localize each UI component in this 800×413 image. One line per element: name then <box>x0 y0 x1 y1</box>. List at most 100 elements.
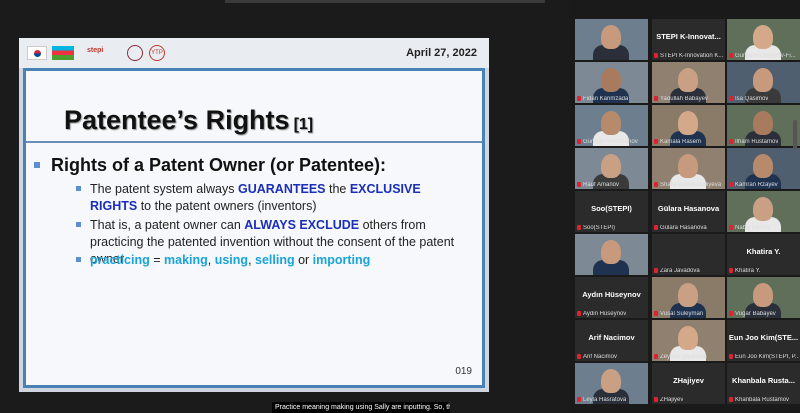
mic-muted-icon <box>729 397 733 402</box>
participant-tile[interactable]: ZHajiyev ZHajiyev <box>652 363 725 404</box>
participant-tile[interactable]: Nabiy Pasha <box>727 191 800 232</box>
highlight-making: making <box>164 253 208 267</box>
mic-muted-icon <box>577 311 581 316</box>
main-bullet: Rights of a Patent Owner (or Patentee): <box>33 155 387 175</box>
participant-tile[interactable]: Gunduz Ramazanov <box>575 105 648 146</box>
share-top-bar[interactable] <box>225 0 545 3</box>
participant-face <box>601 154 621 178</box>
zoom-meeting-window: { "slide": { "date": "April 27, 2022", "… <box>0 0 800 413</box>
sub-bullet-text: = <box>149 253 164 267</box>
participant-name-label: Zara Javadova <box>654 268 700 274</box>
participant-face <box>678 326 698 350</box>
participant-face <box>753 68 773 92</box>
participant-tile[interactable]: Aydın Hüseynov Aydin Hüseynov <box>575 277 648 318</box>
shared-screen-area: stepi YTP April 27, 2022 Patentee’s Righ… <box>0 0 570 413</box>
participant-tile[interactable]: Gunjamin Seyidov-Fi... <box>727 19 800 60</box>
sub-bullet-text: , <box>207 253 215 267</box>
participant-tile[interactable]: Vusal Suleyman <box>652 277 725 318</box>
participant-name-label: Gunduz Ramazanov <box>577 139 638 145</box>
participant-tile[interactable]: Soo(STEPI) Soo(STEPI) <box>575 191 648 232</box>
participant-name-label: STEPI K-Innovation K... <box>654 53 723 59</box>
mic-muted-icon <box>654 96 658 101</box>
participant-tile[interactable]: Fidan Karimzada <box>575 62 648 103</box>
participant-display-name: ZHajiyev <box>673 376 704 385</box>
participant-name-label: Khatira Y. <box>729 268 760 274</box>
participant-tile[interactable]: Kamala Rasem <box>652 105 725 146</box>
participant-display-name: STEPI K-Innovat... <box>656 32 721 41</box>
mic-muted-icon <box>577 182 581 187</box>
participant-face <box>678 283 698 307</box>
participant-tile[interactable]: Zeyneb Qiyasova <box>652 320 725 361</box>
participant-display-name: Gülara Hasanova <box>657 204 720 213</box>
korea-flag-icon <box>27 46 47 60</box>
participant-name-label: Vugar Babayev <box>729 311 776 317</box>
participant-tile[interactable]: Khatira Y. Khatira Y. <box>727 234 800 275</box>
participant-face <box>601 111 621 135</box>
mic-muted-icon <box>654 139 658 144</box>
highlight-importing: importing <box>312 253 371 267</box>
participant-display-name: Arif Nacimov <box>588 333 635 342</box>
participant-tile[interactable]: Isa Qasimov <box>727 62 800 103</box>
sub-bullet-text: or <box>294 253 313 267</box>
participant-tile[interactable]: Zara Javadova <box>652 234 725 275</box>
mic-muted-icon <box>654 397 658 402</box>
participant-tile[interactable] <box>575 19 648 60</box>
slide-header: stepi YTP April 27, 2022 <box>19 38 489 68</box>
participant-name-label: Yadullah Babayev <box>654 96 708 102</box>
mic-muted-icon <box>729 354 733 359</box>
university-seal-icon <box>127 45 143 61</box>
participant-tile[interactable]: Khanbala Rusta... Khanbala Rustamov <box>727 363 800 404</box>
participant-face <box>753 283 773 307</box>
sub-bullet-text: , <box>248 253 256 267</box>
participant-tile[interactable]: STEPI K-Innovat... STEPI K-Innovation K..… <box>652 19 725 60</box>
participant-tile[interactable]: Eun Joo Kim(STE... Eun Joo Kim(STEPI, P..… <box>727 320 800 361</box>
participant-name-label: Arif Nacimov <box>577 354 617 360</box>
participant-name-label: Kamran Rzayev <box>729 182 778 188</box>
participant-face <box>678 154 698 178</box>
mic-muted-icon <box>729 139 733 144</box>
participant-display-name: Khatira Y. <box>746 247 781 256</box>
participant-name-label: Rauf Amanov <box>577 182 619 188</box>
participant-name-label: Leyla Hasratova <box>577 397 626 403</box>
participant-name-label: Vusal Suleyman <box>654 311 703 317</box>
mic-muted-icon <box>654 182 658 187</box>
sub-bullet-guarantees: The patent system always GUARANTEES the … <box>76 181 470 215</box>
highlight-practicing: practicing <box>90 253 150 267</box>
slide-title-ref: [1] <box>293 116 314 133</box>
mic-muted-icon <box>577 225 581 230</box>
participant-name-label: Eun Joo Kim(STEPI, P... <box>729 354 799 360</box>
sub-bullet-text: the <box>325 182 350 196</box>
highlight-using: using <box>214 253 249 267</box>
mic-muted-icon <box>654 53 658 58</box>
highlight-selling: selling <box>255 253 295 267</box>
participant-tile[interactable]: Ilham Rustamov <box>727 105 800 146</box>
participant-tile[interactable]: Rauf Amanov <box>575 148 648 189</box>
presentation-slide: stepi YTP April 27, 2022 Patentee’s Righ… <box>19 38 489 392</box>
mic-muted-icon <box>577 96 581 101</box>
participant-tile[interactable]: Vugar Babayev <box>727 277 800 318</box>
mic-muted-icon <box>577 139 581 144</box>
participant-face <box>753 154 773 178</box>
participant-tile[interactable]: Shafa Mammadaliyeva <box>652 148 725 189</box>
mic-muted-icon <box>729 311 733 316</box>
slide-page-number: 019 <box>455 366 472 377</box>
highlight-guarantees: GUARANTEES <box>237 182 326 196</box>
participant-tile[interactable] <box>575 234 648 275</box>
participant-display-name: Khanbala Rusta... <box>732 376 795 385</box>
slide-content: Patentee’s Rights [1] Rights of a Patent … <box>23 68 485 388</box>
participant-tile[interactable]: Arif Nacimov Arif Nacimov <box>575 320 648 361</box>
participant-name-label: Zeyneb Qiyasova <box>654 354 707 360</box>
participant-tile[interactable]: Kamran Rzayev <box>727 148 800 189</box>
participant-display-name: Aydın Hüseynov <box>582 290 641 299</box>
gallery-scrollbar[interactable] <box>793 120 797 150</box>
participant-face <box>753 197 773 221</box>
slide-title: Patentee’s Rights [1] <box>64 105 313 136</box>
mic-muted-icon <box>654 268 658 273</box>
participant-face <box>678 111 698 135</box>
participant-tile[interactable]: Gülara Hasanova Gülara Hasanova <box>652 191 725 232</box>
participant-tile[interactable]: Yadullah Babayev <box>652 62 725 103</box>
mic-muted-icon <box>654 225 658 230</box>
participant-name-label: Gülara Hasanova <box>654 225 707 231</box>
mic-muted-icon <box>729 268 733 273</box>
participant-tile[interactable]: Leyla Hasratova <box>575 363 648 404</box>
